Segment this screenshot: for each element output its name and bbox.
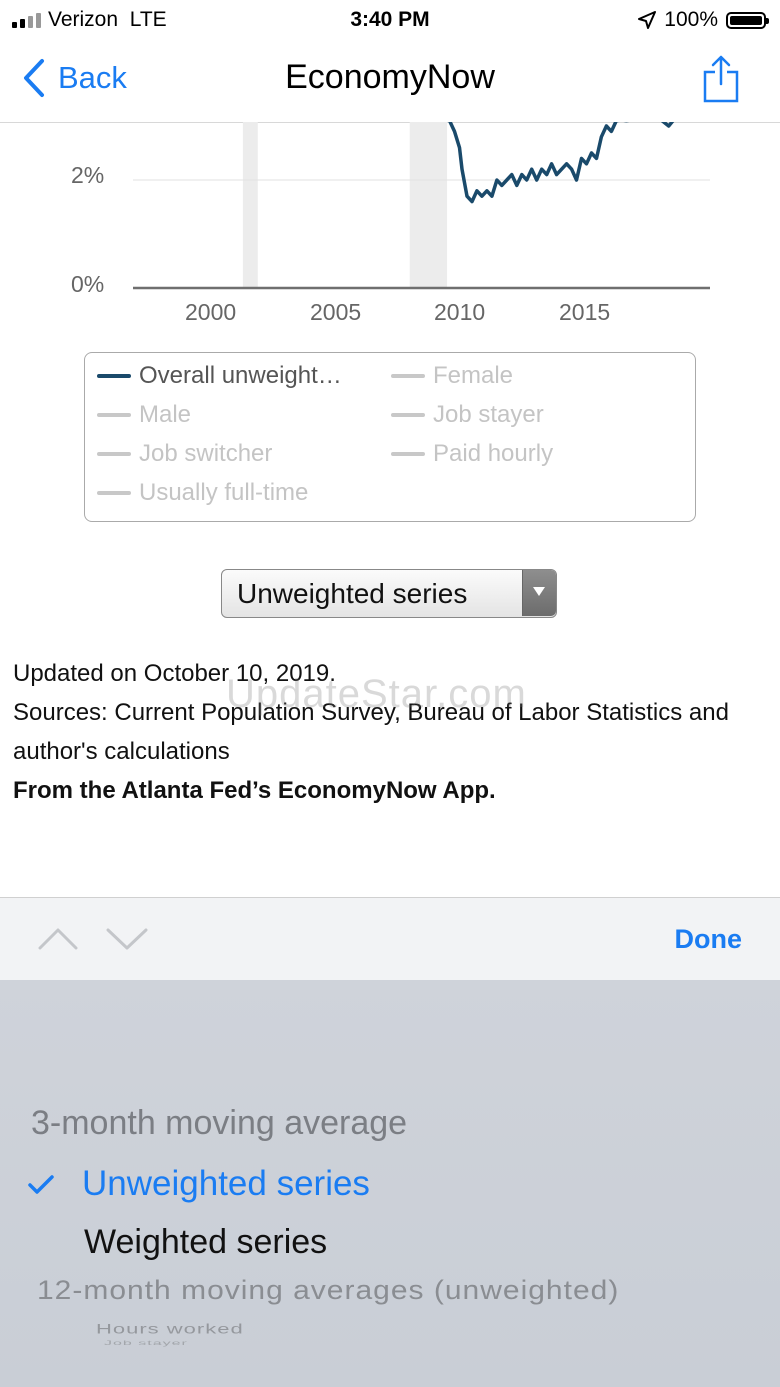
done-button[interactable]: Done [675,924,743,955]
chart-legend: Overall unweight… Female Male Job stayer… [84,352,696,522]
legend-label: Female [433,362,514,389]
series-select[interactable]: Unweighted series [221,569,557,618]
legend-item-female[interactable]: Female [391,362,513,390]
wage-growth-chart: 2% 0% 2000 2005 2010 2015 [0,122,780,342]
legend-item-job-switcher[interactable]: Job switcher [97,440,272,468]
status-bar: Verizon LTE 3:40 PM 100% [0,0,780,40]
x-tick-label: 2015 [559,299,611,325]
watermark: UpdateStar.com [226,672,527,716]
keyboard-accessory-bar: Done [0,897,780,981]
series-picker[interactable]: 3-month moving average Unweighted series… [0,980,780,1387]
legend-item-job-stayer[interactable]: Job stayer [391,401,544,429]
legend-label: Job stayer [433,401,544,428]
legend-item-full-time[interactable]: Usually full-time [97,479,308,507]
chevron-down-icon [106,928,148,950]
legend-item-overall[interactable]: Overall unweight… [97,362,342,390]
x-tick-label: 2000 [185,299,237,325]
next-field-button[interactable] [106,918,148,963]
series-select-value: Unweighted series [237,578,468,609]
picker-option[interactable]: 12-month moving averages (unweighted) [37,1276,619,1306]
previous-field-button[interactable] [38,918,78,963]
picker-option[interactable]: Hours worked [96,1321,244,1337]
legend-swatch [391,452,425,456]
battery-percent: 100% [664,8,718,31]
picker-option[interactable]: Job stayer [104,1340,188,1347]
x-tick-label: 2010 [434,299,486,325]
y-tick-label: 0% [71,271,105,297]
picker-option[interactable]: Weighted series [84,1223,327,1262]
picker-option[interactable]: 3-month moving average [31,1104,407,1143]
legend-swatch [391,413,425,417]
legend-label: Paid hourly [433,440,554,467]
share-button[interactable] [702,54,740,109]
x-tick-label: 2005 [310,299,362,325]
series-line-overall [448,122,675,204]
legend-label: Overall unweight… [139,362,342,389]
legend-swatch [391,374,425,378]
checkmark-icon [28,1175,54,1194]
share-icon [703,55,739,103]
legend-item-male[interactable]: Male [97,401,191,429]
dropdown-arrow-icon [522,570,556,616]
legend-label: Male [139,401,192,428]
legend-label: Usually full-time [139,479,309,506]
legend-swatch [97,374,131,378]
chevron-up-icon [38,928,78,950]
legend-swatch [97,491,131,495]
location-arrow-icon [638,11,657,29]
status-right: 100% [638,8,769,32]
chart-plot [133,122,710,290]
page-title: EconomyNow [285,58,495,96]
attribution-text: From the Atlanta Fed’s EconomyNow App. [13,777,496,804]
battery-icon [726,11,769,29]
legend-item-paid-hourly[interactable]: Paid hourly [391,440,553,468]
recession-band [242,122,258,288]
legend-label: Job switcher [139,440,273,467]
y-tick-label: 2% [71,162,105,188]
recession-band [409,122,448,288]
legend-swatch [97,413,131,417]
picker-option-selected[interactable]: Unweighted series [82,1164,370,1204]
navigation-bar: Back EconomyNow [0,40,780,123]
legend-swatch [97,452,131,456]
